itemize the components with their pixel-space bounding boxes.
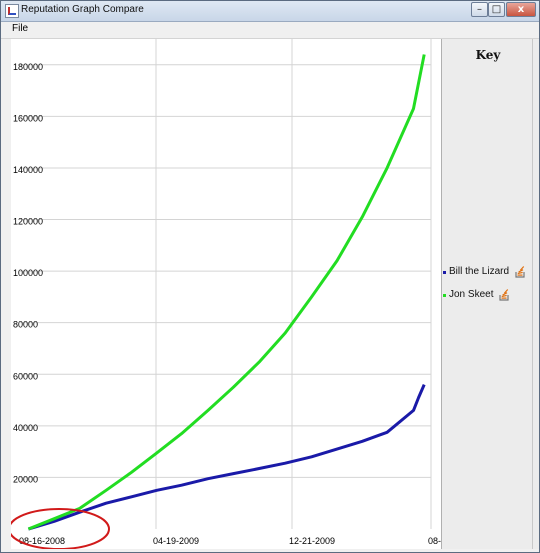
reputation-chart: 20000 40000 60000 80000 100000 120000 140000 16… bbox=[11, 39, 441, 549]
app-icon[interactable] bbox=[5, 4, 19, 18]
maximize-button[interactable]: □ bbox=[488, 2, 505, 17]
series-line bbox=[27, 54, 426, 531]
y-tick-label: 100000 bbox=[13, 268, 43, 278]
y-tick-label: 180000 bbox=[13, 62, 43, 72]
series-line bbox=[27, 384, 426, 531]
x-tick-label: 12-21-2009 bbox=[289, 536, 335, 546]
y-tick-label: 60000 bbox=[13, 371, 38, 381]
window-title: Reputation Graph Compare bbox=[21, 4, 144, 15]
close-button[interactable]: x bbox=[506, 2, 536, 17]
legend-label: Bill the Lizard bbox=[449, 266, 510, 277]
y-tick-label: 80000 bbox=[13, 320, 38, 330]
y-tick-label: 140000 bbox=[13, 165, 43, 175]
chart-area: 20000 40000 60000 80000 100000 120000 140000 16… bbox=[11, 39, 441, 549]
y-tick-label: 20000 bbox=[13, 474, 38, 484]
right-border bbox=[533, 39, 539, 549]
minimize-button[interactable]: – bbox=[471, 2, 488, 17]
key-panel: Key Bill the Lizard Jon Skeet bbox=[441, 39, 533, 549]
title-bar[interactable]: Reputation Graph Compare – □ x bbox=[1, 1, 539, 22]
key-title: Key bbox=[475, 48, 501, 62]
legend-swatch bbox=[443, 271, 446, 274]
y-tick-label: 160000 bbox=[13, 113, 43, 123]
app-window: Reputation Graph Compare – □ x File 2000… bbox=[0, 0, 540, 553]
y-tick-label: 40000 bbox=[13, 423, 38, 433]
legend-swatch bbox=[443, 294, 446, 297]
menu-file[interactable]: File bbox=[12, 23, 28, 34]
y-tick-label: 120000 bbox=[13, 217, 43, 227]
legend-label: Jon Skeet bbox=[449, 289, 494, 300]
x-tick-label: 04-19-2009 bbox=[153, 536, 199, 546]
menu-bar: File bbox=[1, 22, 539, 39]
x-tick-label: 08- bbox=[428, 536, 441, 546]
stack-overflow-icon[interactable] bbox=[515, 265, 526, 278]
stack-overflow-icon[interactable] bbox=[499, 288, 510, 301]
